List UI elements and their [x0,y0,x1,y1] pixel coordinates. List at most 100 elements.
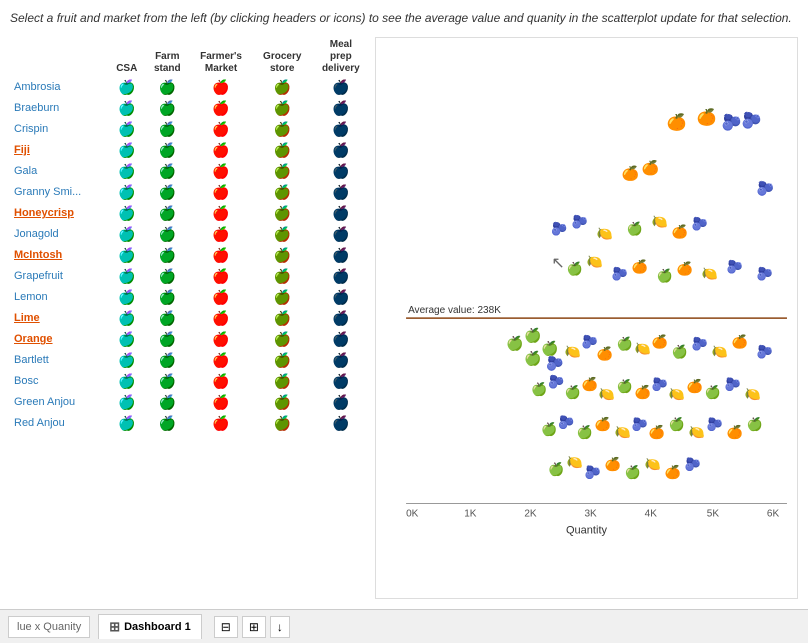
table-row[interactable]: Gala🍎🍎🍎🍎🍎 [10,161,370,182]
fruit-icon-cell[interactable]: 🍎 [312,413,370,434]
fruit-icon-cell[interactable]: 🍎 [189,350,252,371]
fruit-icon-cell[interactable]: 🍎 [108,224,145,245]
fruit-icon-cell[interactable]: 🍎 [108,140,145,161]
fruit-name-cell[interactable]: Orange [10,329,108,350]
fruit-icon-cell[interactable]: 🍎 [145,119,189,140]
fruit-icon-cell[interactable]: 🍎 [189,182,252,203]
fruit-name-cell[interactable]: Honeycrisp [10,203,108,224]
fruit-icon-cell[interactable]: 🍎 [253,350,312,371]
table-row[interactable]: McIntosh🍎🍎🍎🍎🍎 [10,245,370,266]
fruit-icon-cell[interactable]: 🍎 [312,203,370,224]
table-row[interactable]: Bartlett🍎🍎🍎🍎🍎 [10,350,370,371]
dashboard-tab[interactable]: ⊞ Dashboard 1 [98,614,202,639]
fruit-icon-cell[interactable]: 🍎 [108,161,145,182]
fruit-icon-cell[interactable]: 🍎 [189,224,252,245]
fruit-icon-cell[interactable]: 🍎 [108,350,145,371]
fruit-icon-cell[interactable]: 🍎 [145,140,189,161]
fruit-icon-cell[interactable]: 🍎 [189,119,252,140]
fruit-icon-cell[interactable]: 🍎 [253,161,312,182]
fruit-name-cell[interactable]: Lemon [10,287,108,308]
action-btn-1[interactable]: ⊟ [214,616,238,638]
fruit-icon-cell[interactable]: 🍎 [312,77,370,98]
fruit-icon-cell[interactable]: 🍎 [108,329,145,350]
fruit-icon-cell[interactable]: 🍎 [312,98,370,119]
fruit-name-cell[interactable]: Jonagold [10,224,108,245]
table-row[interactable]: Lemon🍎🍎🍎🍎🍎 [10,287,370,308]
fruit-icon-cell[interactable]: 🍎 [253,266,312,287]
fruit-icon-cell[interactable]: 🍎 [253,413,312,434]
fruit-icon-cell[interactable]: 🍎 [189,329,252,350]
table-row[interactable]: Green Anjou🍎🍎🍎🍎🍎 [10,392,370,413]
fruit-icon-cell[interactable]: 🍎 [108,371,145,392]
fruit-name-cell[interactable]: Ambrosia [10,77,108,98]
fruit-icon-cell[interactable]: 🍎 [189,245,252,266]
table-row[interactable]: Grapefruit🍎🍎🍎🍎🍎 [10,266,370,287]
table-row[interactable]: Honeycrisp🍎🍎🍎🍎🍎 [10,203,370,224]
fruit-name-cell[interactable]: Bosc [10,371,108,392]
fruit-name-cell[interactable]: Lime [10,308,108,329]
fruit-icon-cell[interactable]: 🍎 [312,140,370,161]
fruit-icon-cell[interactable]: 🍎 [189,161,252,182]
fruit-icon-cell[interactable]: 🍎 [253,392,312,413]
fruit-icon-cell[interactable]: 🍎 [108,308,145,329]
fruit-icon-cell[interactable]: 🍎 [145,77,189,98]
fruit-icon-cell[interactable]: 🍎 [253,98,312,119]
fruit-icon-cell[interactable]: 🍎 [253,182,312,203]
fruit-icon-cell[interactable]: 🍎 [253,308,312,329]
fruit-icon-cell[interactable]: 🍎 [312,329,370,350]
fruit-icon-cell[interactable]: 🍎 [189,140,252,161]
fruit-icon-cell[interactable]: 🍎 [312,287,370,308]
fruit-icon-cell[interactable]: 🍎 [145,371,189,392]
fruit-icon-cell[interactable]: 🍎 [312,245,370,266]
fruit-icon-cell[interactable]: 🍎 [108,98,145,119]
fruit-icon-cell[interactable]: 🍎 [312,392,370,413]
fruit-icon-cell[interactable]: 🍎 [189,98,252,119]
fruit-icon-cell[interactable]: 🍎 [145,98,189,119]
fruit-icon-cell[interactable]: 🍎 [253,287,312,308]
fruit-name-cell[interactable]: Grapefruit [10,266,108,287]
fruit-icon-cell[interactable]: 🍎 [145,329,189,350]
table-row[interactable]: Orange🍎🍎🍎🍎🍎 [10,329,370,350]
table-row[interactable]: Lime🍎🍎🍎🍎🍎 [10,308,370,329]
fruit-icon-cell[interactable]: 🍎 [108,413,145,434]
fruit-icon-cell[interactable]: 🍎 [145,161,189,182]
fruit-icon-cell[interactable]: 🍎 [145,308,189,329]
col-header-grocerystore[interactable]: Grocerystore [253,37,312,77]
fruit-icon-cell[interactable]: 🍎 [312,182,370,203]
fruit-icon-cell[interactable]: 🍎 [145,245,189,266]
table-row[interactable]: Bosc🍎🍎🍎🍎🍎 [10,371,370,392]
fruit-icon-cell[interactable]: 🍎 [145,224,189,245]
col-header-csa[interactable]: CSA [108,37,145,77]
fruit-name-cell[interactable]: Bartlett [10,350,108,371]
table-row[interactable]: Red Anjou🍎🍎🍎🍎🍎 [10,413,370,434]
table-row[interactable]: Ambrosia🍎🍎🍎🍎🍎 [10,77,370,98]
fruit-icon-cell[interactable]: 🍎 [145,266,189,287]
fruit-name-cell[interactable]: McIntosh [10,245,108,266]
fruit-icon-cell[interactable]: 🍎 [253,77,312,98]
fruit-name-cell[interactable]: Fiji [10,140,108,161]
fruit-icon-cell[interactable]: 🍎 [189,77,252,98]
fruit-name-cell[interactable]: Braeburn [10,98,108,119]
fruit-icon-cell[interactable]: 🍎 [189,266,252,287]
table-row[interactable]: Granny Smi...🍎🍎🍎🍎🍎 [10,182,370,203]
table-row[interactable]: Braeburn🍎🍎🍎🍎🍎 [10,98,370,119]
fruit-icon-cell[interactable]: 🍎 [253,224,312,245]
fruit-icon-cell[interactable]: 🍎 [108,266,145,287]
fruit-icon-cell[interactable]: 🍎 [253,140,312,161]
fruit-icon-cell[interactable]: 🍎 [253,329,312,350]
fruit-icon-cell[interactable]: 🍎 [145,203,189,224]
fruit-icon-cell[interactable]: 🍎 [145,287,189,308]
fruit-icon-cell[interactable]: 🍎 [253,245,312,266]
fruit-icon-cell[interactable]: 🍎 [108,392,145,413]
fruit-icon-cell[interactable]: 🍎 [189,287,252,308]
fruit-icon-cell[interactable]: 🍎 [189,203,252,224]
fruit-icon-cell[interactable]: 🍎 [312,371,370,392]
fruit-icon-cell[interactable]: 🍎 [108,287,145,308]
col-header-farmersmarket[interactable]: Farmer'sMarket [189,37,252,77]
fruit-icon-cell[interactable]: 🍎 [253,371,312,392]
fruit-icon-cell[interactable]: 🍎 [108,203,145,224]
fruit-icon-cell[interactable]: 🍎 [145,392,189,413]
fruit-icon-cell[interactable]: 🍎 [312,119,370,140]
fruit-icon-cell[interactable]: 🍎 [189,371,252,392]
table-row[interactable]: Fiji🍎🍎🍎🍎🍎 [10,140,370,161]
